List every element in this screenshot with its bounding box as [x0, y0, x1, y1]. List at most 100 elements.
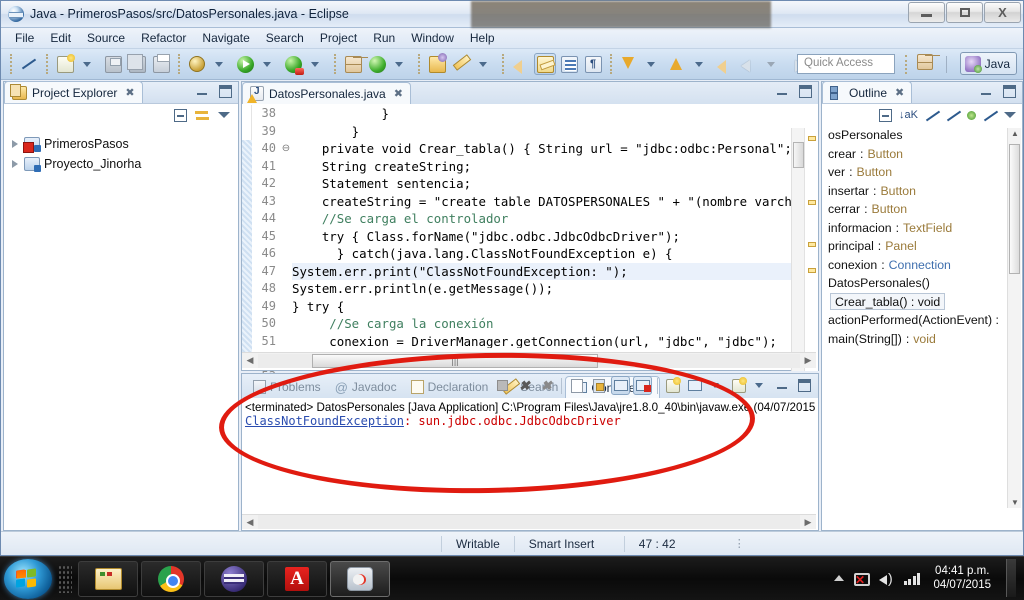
maximize-console-button[interactable] [795, 376, 814, 395]
code-area[interactable]: 38 39 40 41 42 43 44 45 46 47 48 49 50 5… [242, 105, 818, 383]
back-to-editor-button[interactable] [714, 53, 736, 75]
warning-marker[interactable] [808, 200, 816, 205]
menu-file[interactable]: File [7, 29, 42, 47]
new-class-dropdown[interactable] [390, 53, 412, 75]
chevron-right-icon[interactable] [10, 140, 20, 148]
previous-edit-location-button[interactable] [666, 53, 688, 75]
outline-item[interactable]: insertar: Button [824, 182, 1022, 201]
show-hidden-icons-icon[interactable] [833, 575, 844, 581]
scrollbar-track[interactable] [258, 515, 800, 529]
view-menu-icon[interactable] [218, 112, 230, 118]
scroll-up-icon[interactable]: ▲ [1011, 129, 1019, 138]
close-icon[interactable]: ✖ [394, 87, 403, 100]
quick-access-input[interactable]: Quick Access [797, 54, 895, 74]
run-dropdown[interactable] [258, 53, 280, 75]
toggle-mark-occurrences-button[interactable] [18, 53, 40, 75]
outline-item[interactable]: DatosPersonales() [824, 274, 1022, 293]
menu-navigate[interactable]: Navigate [194, 29, 257, 47]
console-horizontal-scrollbar[interactable]: ◀ ▶ [242, 514, 816, 529]
editor-horizontal-scrollbar[interactable]: ◀ ||| ▶ [242, 352, 816, 368]
start-button[interactable] [4, 558, 52, 599]
new-class-button[interactable] [366, 53, 388, 75]
show-desktop-button[interactable] [1006, 559, 1016, 597]
scroll-left-icon[interactable]: ◀ [242, 355, 258, 366]
show-console-on-output-button[interactable] [611, 376, 630, 395]
network-disconnected-icon[interactable] [853, 571, 870, 587]
tab-datospersonales-java[interactable]: DatosPersonales.java ✖ [242, 82, 411, 104]
tab-project-explorer[interactable]: Project Explorer ✖ [4, 81, 143, 103]
terminate-button[interactable] [493, 376, 512, 395]
editor-overview-ruler[interactable] [804, 128, 818, 371]
outline-item-selected[interactable]: Crear_tabla() : void [824, 293, 1022, 312]
outline-item[interactable]: actionPerformed(ActionEvent) : [824, 311, 1022, 330]
tab-outline[interactable]: Outline ✖ [822, 81, 913, 103]
open-perspective-button[interactable] [917, 54, 937, 74]
previous-edit-dropdown[interactable] [690, 53, 712, 75]
close-icon[interactable]: ✖ [895, 86, 904, 99]
scrollbar-thumb[interactable] [1009, 144, 1020, 274]
toggle-java-editor-button[interactable] [534, 53, 556, 75]
next-edit-dropdown[interactable] [642, 53, 664, 75]
menu-refactor[interactable]: Refactor [133, 29, 194, 47]
taskbar-item-paint[interactable] [330, 560, 390, 597]
next-edit-location-button[interactable] [618, 53, 640, 75]
run-button[interactable] [234, 53, 256, 75]
remove-all-terminated-button[interactable]: ✖ [537, 376, 556, 395]
scroll-down-icon[interactable]: ▼ [1011, 498, 1019, 507]
collapse-all-icon[interactable] [879, 108, 893, 122]
warning-marker[interactable] [808, 242, 816, 247]
minimize-panel-button[interactable] [196, 85, 209, 98]
sort-icon[interactable]: ↓aK [899, 109, 918, 121]
next-annotation-button[interactable] [510, 53, 532, 75]
hide-fields-icon[interactable] [925, 108, 939, 122]
hide-nonpublic-icon[interactable] [967, 110, 976, 120]
status-resize-grip[interactable]: ⋮ [734, 537, 745, 550]
minimize-button[interactable] [908, 2, 945, 23]
editor-vertical-scrollbar[interactable] [791, 128, 804, 371]
outline-item[interactable]: ver: Button [824, 163, 1022, 182]
minimize-panel-button[interactable] [980, 85, 993, 98]
menu-edit[interactable]: Edit [42, 29, 79, 47]
menu-run[interactable]: Run [365, 29, 403, 47]
new-java-project-button[interactable] [342, 53, 364, 75]
scroll-left-icon[interactable]: ◀ [242, 517, 258, 528]
maximize-editor-button[interactable] [799, 85, 812, 98]
warning-marker[interactable] [808, 136, 816, 141]
new-wizard-dropdown[interactable] [78, 53, 100, 75]
back-history-dropdown[interactable] [762, 53, 784, 75]
close-icon[interactable]: ✖ [125, 86, 134, 99]
tab-problems[interactable]: Problems [246, 376, 328, 398]
outline-item[interactable]: conexion: Connection [824, 256, 1022, 275]
view-menu-icon[interactable] [1004, 112, 1016, 118]
tab-declaration[interactable]: Declaration [404, 376, 496, 398]
system-clock[interactable]: 04:41 p.m. 04/07/2015 [929, 564, 991, 592]
taskbar-item-windows-explorer[interactable] [78, 560, 138, 597]
signal-strength-icon[interactable] [903, 571, 921, 585]
taskbar-item-google-chrome[interactable] [141, 560, 201, 597]
search-button[interactable] [450, 53, 472, 75]
show-whitespace-button[interactable]: ¶ [582, 53, 604, 75]
show-console-on-error-button[interactable] [633, 376, 652, 395]
debug-dropdown[interactable] [210, 53, 232, 75]
outline-item[interactable]: main(String[]): void [824, 330, 1022, 349]
hide-local-icon[interactable] [983, 108, 997, 122]
new-wizard-button[interactable] [54, 53, 76, 75]
display-selected-console-button[interactable] [685, 376, 704, 395]
maximize-panel-button[interactable] [219, 85, 232, 98]
link-with-editor-icon[interactable] [195, 109, 210, 122]
open-type-button[interactable] [426, 52, 448, 75]
menu-search[interactable]: Search [258, 29, 312, 47]
minimize-console-button[interactable] [773, 376, 792, 395]
fold-marker[interactable]: ⊖ [280, 140, 292, 158]
folding-ruler[interactable]: ⊖ [280, 105, 292, 348]
tree-item-primerospasos[interactable]: PrimerosPasos [10, 134, 238, 154]
maximize-button[interactable] [946, 2, 983, 23]
taskbar-item-adobe-reader[interactable]: A [267, 560, 327, 597]
console-output[interactable]: <terminated> DatosPersonales [Java Appli… [242, 398, 818, 508]
display-console-dropdown[interactable] [707, 376, 726, 395]
search-dropdown[interactable] [474, 53, 496, 75]
remove-launch-button[interactable]: ✖ [515, 376, 534, 395]
scrollbar-track[interactable]: ||| [258, 353, 800, 368]
outline-item[interactable]: crear: Button [824, 145, 1022, 164]
run-external-tools-button[interactable] [282, 53, 304, 75]
